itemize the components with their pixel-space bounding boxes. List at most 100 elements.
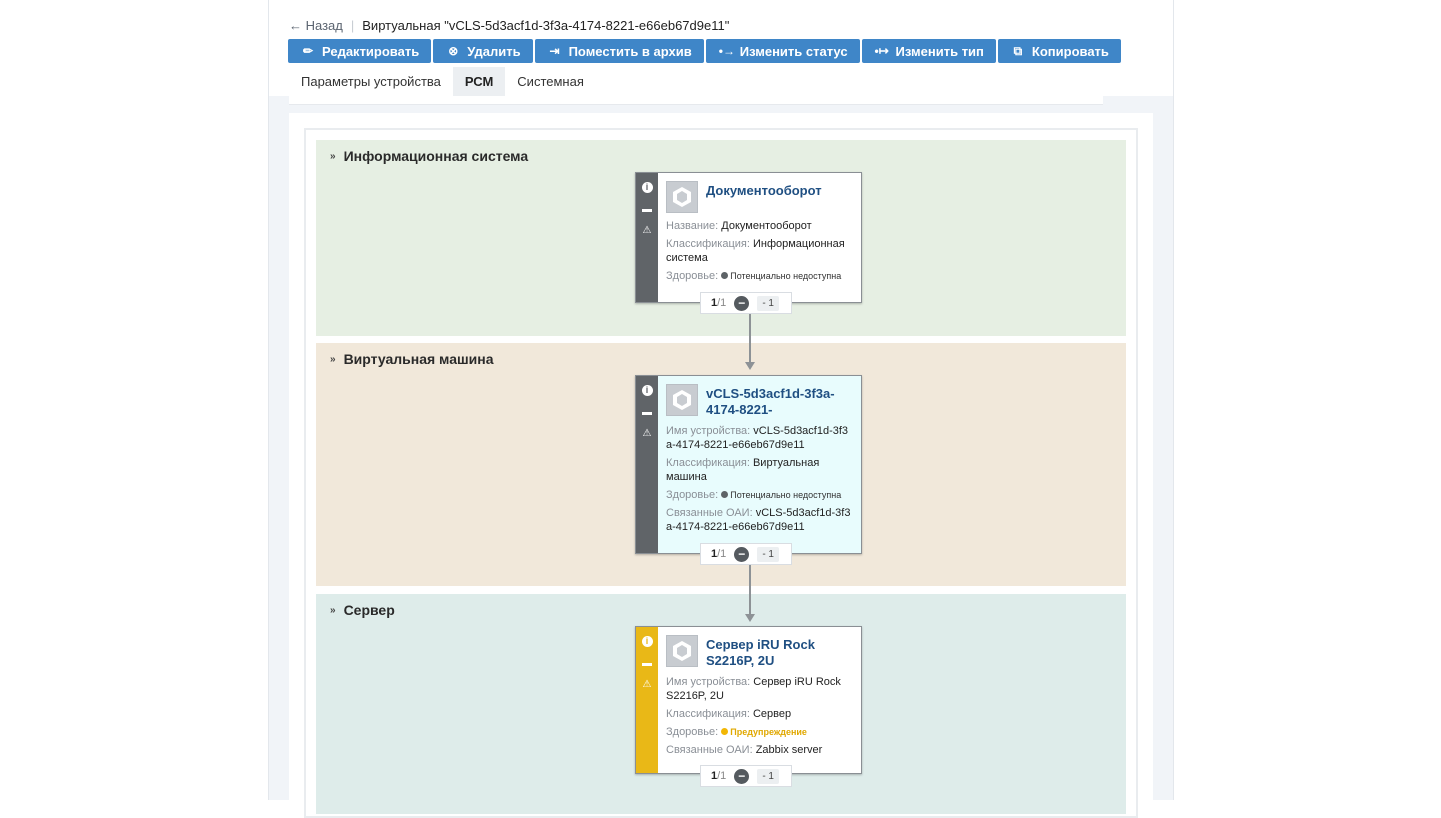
health-value: Потенциально недоступна xyxy=(730,271,842,281)
change-status-button[interactable]: •→ Изменить статус xyxy=(705,39,860,63)
edit-button[interactable]: ✏ Редактировать xyxy=(288,39,432,63)
breadcrumb-separator: | xyxy=(350,18,355,33)
warning-triangle-icon[interactable]: ⚠ xyxy=(636,679,658,690)
prop-value: Документооборот xyxy=(721,220,812,232)
level-badge[interactable]: - 1 xyxy=(757,546,779,562)
health-dot-icon xyxy=(721,272,729,279)
delete-circle-icon: ⊗ xyxy=(448,44,459,58)
pencil-icon: ✏ xyxy=(302,44,314,58)
prop-key: Классификация: xyxy=(666,457,753,469)
type-change-icon: •↦ xyxy=(874,44,889,58)
tab-system[interactable]: Системная xyxy=(505,67,596,96)
pager-total: /1 xyxy=(717,770,727,782)
info-icon[interactable]: i xyxy=(636,385,658,396)
prop-key: Классификация: xyxy=(666,238,753,250)
tab-device-parameters[interactable]: Параметры устройства xyxy=(289,67,453,96)
prop-value: Сервер xyxy=(752,708,792,720)
chevron-down-icon: » xyxy=(330,353,336,365)
band-server: » Сервер i ▬ ⚠ Сервер iRU Rock S2216P, 2… xyxy=(316,594,1126,814)
band-toggle[interactable]: » Виртуальная машина xyxy=(330,351,494,367)
card-status-rail: i ▬ ⚠ xyxy=(636,173,658,302)
card-status-rail: i ▬ ⚠ xyxy=(636,376,658,553)
level-badge[interactable]: - 1 xyxy=(757,295,779,311)
page-header: ← Назад | Виртуальная "vCLS-5d3acf1d-3f3… xyxy=(269,0,1173,96)
node-card[interactable]: i ▬ ⚠ Сервер iRU Rock S2216P, 2U Имя уст xyxy=(635,626,862,774)
node-pager: 1/1 − - 1 xyxy=(700,765,792,787)
card-title-link[interactable]: Документооборот xyxy=(706,181,822,199)
delete-button-label: Удалить xyxy=(467,43,521,59)
health-key: Здоровье: xyxy=(666,726,722,738)
health-key: Здоровье: xyxy=(666,489,722,501)
collapse-minus-icon[interactable]: − xyxy=(734,546,750,562)
edit-button-label: Редактировать xyxy=(322,43,420,59)
band-toggle[interactable]: » Сервер xyxy=(330,602,395,618)
warning-triangle-icon[interactable]: ⚠ xyxy=(636,428,658,439)
object-type-icon xyxy=(666,181,698,213)
copy-button[interactable]: ⧉ Копировать xyxy=(997,39,1121,63)
prop-key: Классификация: xyxy=(666,708,753,720)
relation-map-canvas: » Информационная система i ▬ ⚠ Документо… xyxy=(289,113,1153,818)
health-key: Здоровье: xyxy=(666,270,722,282)
action-toolbar: ✏ Редактировать ⊗ Удалить ⇥ Поместить в … xyxy=(288,39,1121,63)
health-dot-icon xyxy=(721,728,729,735)
band-title: Информационная система xyxy=(343,148,529,164)
tab-bar: Параметры устройства РСМ Системная xyxy=(289,67,596,96)
band-information-system: » Информационная система i ▬ ⚠ Документо… xyxy=(316,140,1126,336)
card-title-link[interactable]: Сервер iRU Rock S2216P, 2U xyxy=(706,635,853,669)
page: ← Назад | Виртуальная "vCLS-5d3acf1d-3f3… xyxy=(268,0,1174,818)
page-title: Виртуальная "vCLS-5d3acf1d-3f3a-4174-822… xyxy=(362,18,730,33)
prop-key: Название: xyxy=(666,220,722,232)
band-toggle[interactable]: » Информационная система xyxy=(330,148,528,164)
pager-total: /1 xyxy=(717,548,727,560)
card-status-rail: i ▬ ⚠ xyxy=(636,627,658,773)
collapse-minus-icon[interactable]: − xyxy=(734,295,750,311)
chevron-down-icon: » xyxy=(330,604,336,616)
arrow-down-icon xyxy=(745,614,755,622)
back-link[interactable]: ← Назад xyxy=(289,18,343,33)
object-type-icon xyxy=(666,635,698,667)
copy-icon: ⧉ xyxy=(1013,43,1023,58)
copy-button-label: Копировать xyxy=(1031,43,1109,59)
card-title-link[interactable]: vCLS-5d3acf1d-3f3a-4174-8221- xyxy=(706,384,853,418)
tab-rsm[interactable]: РСМ xyxy=(452,67,506,96)
pager-total: /1 xyxy=(717,297,727,309)
calendar-icon[interactable]: ▬ xyxy=(636,658,658,669)
collapse-minus-icon[interactable]: − xyxy=(734,768,750,784)
health-value: Потенциально недоступна xyxy=(730,490,842,500)
info-icon[interactable]: i xyxy=(636,182,658,193)
node-card[interactable]: i ▬ ⚠ Документооборот Название: Документ xyxy=(635,172,862,303)
archive-button[interactable]: ⇥ Поместить в архив xyxy=(534,39,704,63)
node-card-current[interactable]: i ▬ ⚠ vCLS-5d3acf1d-3f3a-4174-8221- Имя xyxy=(635,375,862,554)
relation-map-frame: » Информационная система i ▬ ⚠ Документо… xyxy=(304,128,1138,818)
change-type-button-label: Изменить тип xyxy=(895,43,984,59)
related-key: Связанные ОАИ: xyxy=(666,744,756,756)
calendar-icon[interactable]: ▬ xyxy=(636,204,658,215)
status-change-icon: •→ xyxy=(718,44,735,58)
object-type-icon xyxy=(666,384,698,416)
change-status-button-label: Изменить статус xyxy=(739,43,848,59)
collapsed-panel-edge xyxy=(289,96,1103,105)
related-value: Zabbix server xyxy=(755,744,823,756)
archive-icon: ⇥ xyxy=(549,44,560,58)
arrow-down-icon xyxy=(745,362,755,370)
prop-key: Имя устройства: xyxy=(666,676,754,688)
info-icon[interactable]: i xyxy=(636,636,658,647)
calendar-icon[interactable]: ▬ xyxy=(636,407,658,418)
relation-connector xyxy=(749,565,751,615)
warning-triangle-icon[interactable]: ⚠ xyxy=(636,225,658,236)
chevron-down-icon: » xyxy=(330,150,336,162)
band-virtual-machine: » Виртуальная машина i ▬ ⚠ vCLS-5d3acf1d… xyxy=(316,343,1126,586)
relation-connector xyxy=(749,314,751,364)
health-value: Предупреждение xyxy=(730,727,807,737)
health-dot-icon xyxy=(721,491,729,498)
change-type-button[interactable]: •↦ Изменить тип xyxy=(861,39,996,63)
band-title: Сервер xyxy=(343,602,395,618)
band-title: Виртуальная машина xyxy=(343,351,494,367)
archive-button-label: Поместить в архив xyxy=(568,43,692,59)
node-pager: 1/1 − - 1 xyxy=(700,292,792,314)
related-key: Связанные ОАИ: xyxy=(666,507,756,519)
delete-button[interactable]: ⊗ Удалить xyxy=(433,39,533,63)
level-badge[interactable]: - 1 xyxy=(757,768,779,784)
prop-key: Имя устройства: xyxy=(666,425,754,437)
breadcrumb: ← Назад | Виртуальная "vCLS-5d3acf1d-3f3… xyxy=(289,18,729,33)
